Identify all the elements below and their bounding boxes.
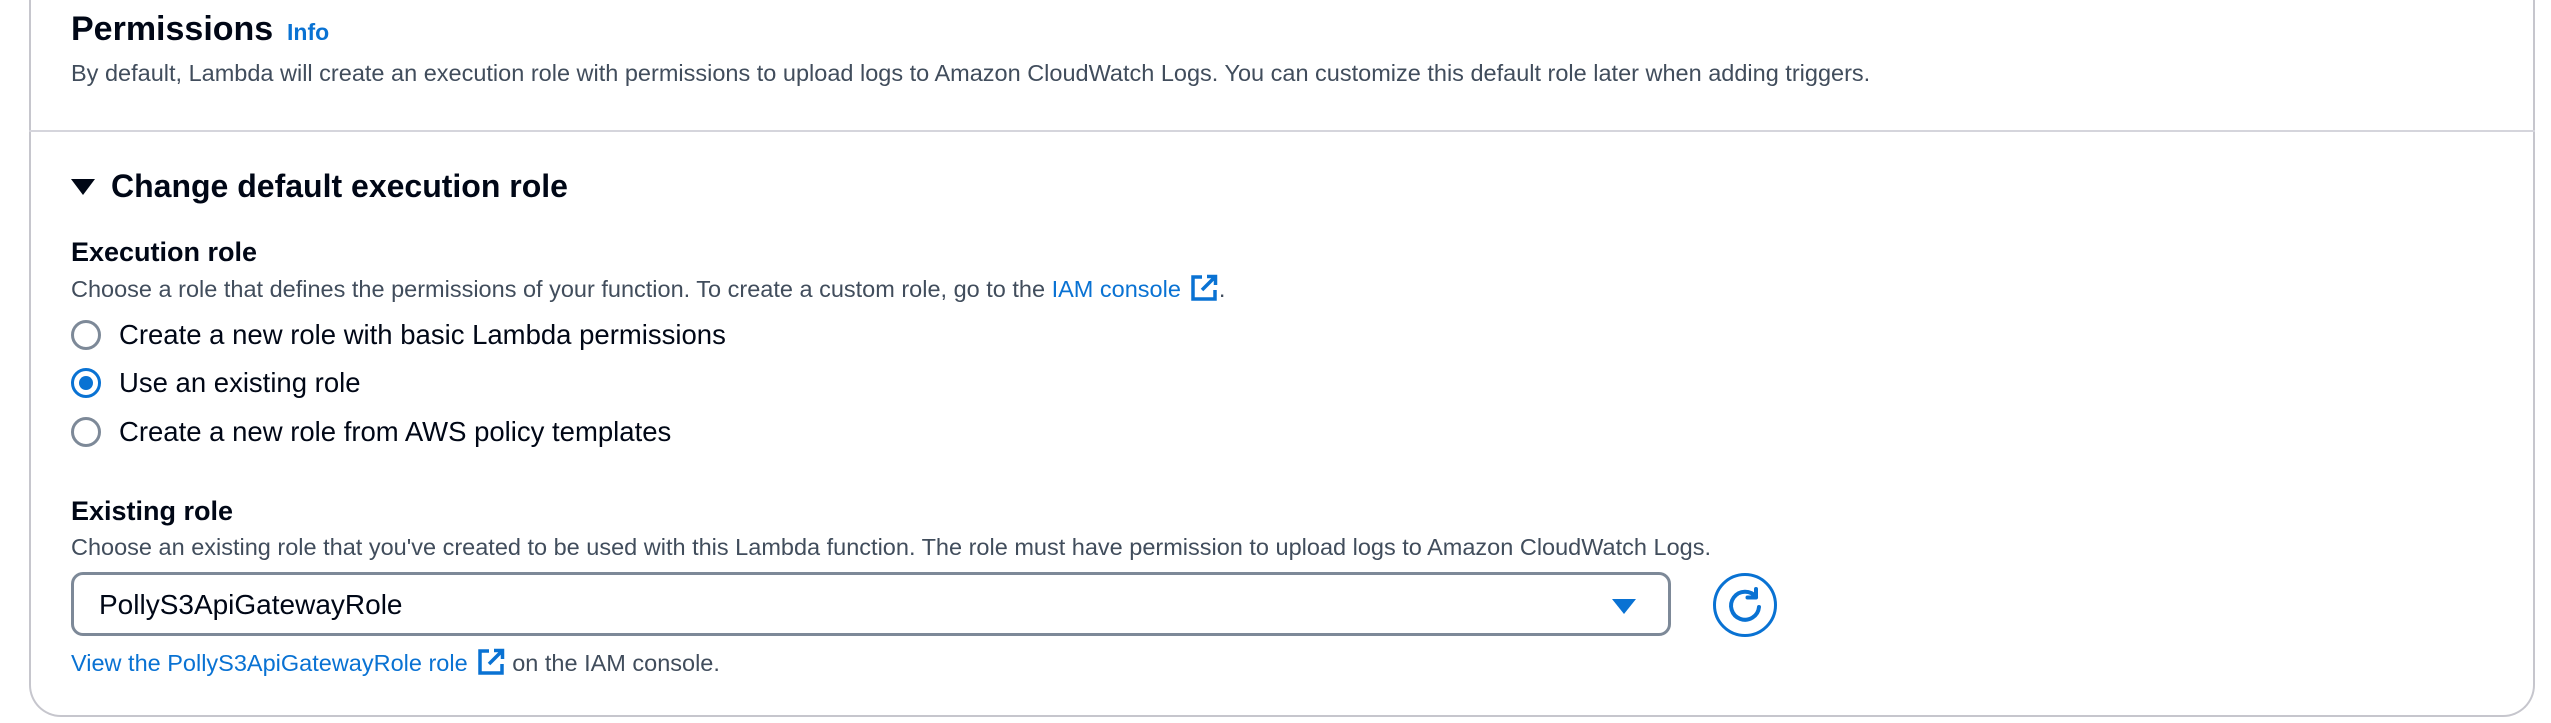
radio-button[interactable] bbox=[71, 320, 101, 350]
radio-create-from-templates[interactable]: Create a new role from AWS policy templa… bbox=[71, 415, 671, 449]
refresh-icon bbox=[1729, 587, 1761, 622]
view-role-suffix: on the IAM console. bbox=[505, 650, 720, 676]
change-execution-role-expander[interactable]: Change default execution role bbox=[71, 166, 568, 206]
execution-role-label: Execution role bbox=[71, 237, 258, 267]
caret-down-icon bbox=[71, 179, 95, 195]
iam-console-link-label: IAM console bbox=[1051, 276, 1181, 302]
view-role-line: View the PollyS3ApiGatewayRole role on t… bbox=[71, 647, 720, 678]
external-link-icon bbox=[477, 648, 504, 675]
radio-button[interactable] bbox=[71, 417, 101, 447]
iam-console-link[interactable]: IAM console bbox=[1051, 274, 1219, 302]
header-divider bbox=[29, 130, 2535, 132]
view-role-link[interactable]: View the PollyS3ApiGatewayRole role bbox=[71, 648, 506, 676]
view-role-link-label: View the PollyS3ApiGatewayRole role bbox=[71, 650, 468, 676]
existing-role-description: Choose an existing role that you've crea… bbox=[71, 534, 1711, 560]
existing-role-select[interactable]: PollyS3ApiGatewayRole bbox=[71, 572, 1671, 636]
permissions-description: By default, Lambda will create an execut… bbox=[71, 60, 1871, 86]
refresh-roles-button[interactable] bbox=[1713, 573, 1777, 637]
radio-create-basic-role[interactable]: Create a new role with basic Lambda perm… bbox=[71, 318, 726, 352]
existing-role-select-value: PollyS3ApiGatewayRole bbox=[99, 589, 403, 620]
radio-label: Create a new role with basic Lambda perm… bbox=[119, 319, 726, 350]
radio-label: Use an existing role bbox=[119, 367, 361, 398]
execution-role-description-text: Choose a role that defines the permissio… bbox=[71, 276, 1052, 302]
execution-role-description: Choose a role that defines the permissio… bbox=[71, 273, 1225, 304]
info-link[interactable]: Info bbox=[287, 17, 329, 47]
radio-use-existing-role[interactable]: Use an existing role bbox=[71, 366, 361, 400]
execution-role-description-suffix: . bbox=[1218, 276, 1226, 302]
dropdown-arrow-icon bbox=[1612, 599, 1636, 614]
external-link-icon bbox=[1191, 274, 1218, 301]
radio-button-selected[interactable] bbox=[71, 368, 101, 398]
radio-label: Create a new role from AWS policy templa… bbox=[119, 416, 672, 447]
section-title: Permissions bbox=[71, 10, 274, 48]
existing-role-label: Existing role bbox=[71, 496, 234, 526]
expander-label: Change default execution role bbox=[111, 168, 568, 204]
